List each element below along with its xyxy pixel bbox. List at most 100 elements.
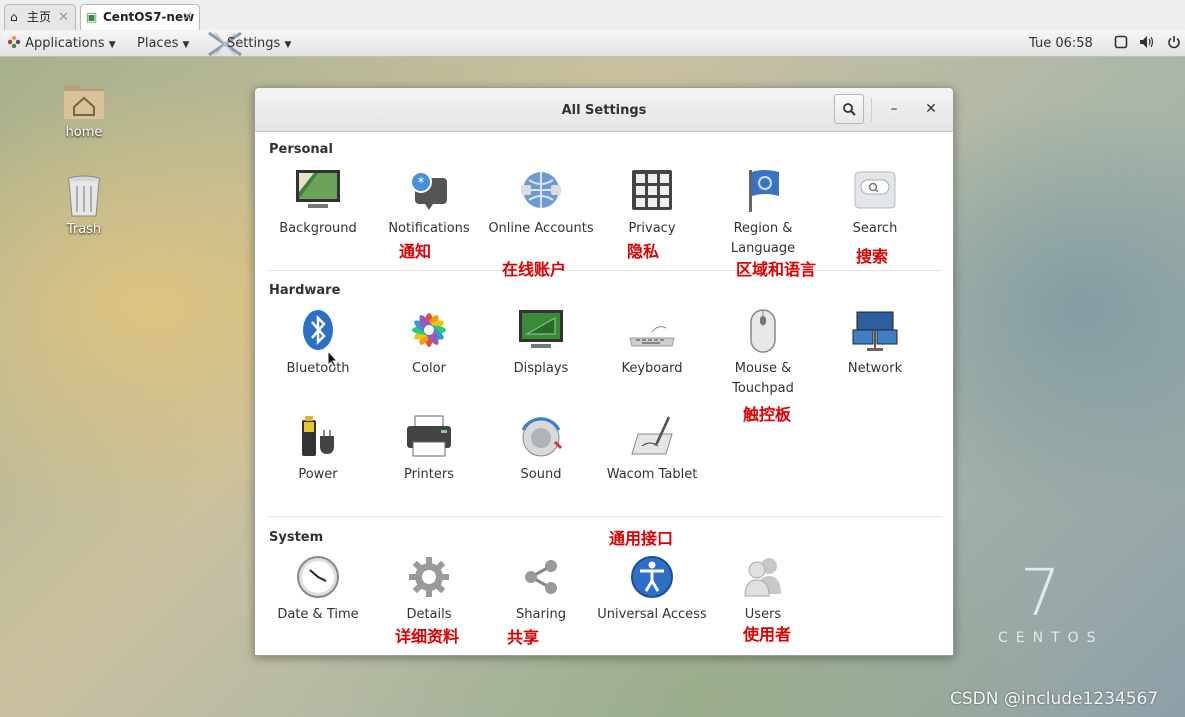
settings-window: All Settings – ✕ Personal Background * N… [254, 87, 954, 656]
trash-icon [67, 175, 101, 217]
desktop-trash-label: Trash [66, 222, 102, 237]
csdn-watermark: CSDN @include1234567 [950, 689, 1159, 709]
tab-home-label: 主页 [27, 10, 52, 24]
settings-item-date-time[interactable]: Date & Time [263, 554, 373, 625]
close-icon[interactable]: ✕ [58, 5, 69, 30]
settings-item-label: Sharing [516, 607, 566, 622]
settings-item-wacom-tablet[interactable]: Wacom Tablet [597, 414, 707, 485]
desktop-home[interactable]: home [44, 79, 124, 140]
close-icon[interactable]: ✕ [182, 5, 193, 30]
section-personal: Personal [269, 142, 333, 157]
settings-item-label: Bluetooth [286, 361, 350, 376]
annotation-search: 搜索 [856, 247, 889, 266]
settings-item-label: Printers [403, 467, 455, 482]
settings-item-displays[interactable]: Displays [486, 308, 596, 379]
settings-item-privacy[interactable]: Privacy [597, 168, 707, 239]
settings-item-label: Wacom Tablet [606, 467, 698, 482]
settings-item-online-accounts[interactable]: Online Accounts [486, 168, 596, 239]
keyboard-icon [628, 308, 676, 354]
minimize-icon: – [890, 101, 898, 117]
share-icon [517, 554, 565, 600]
settings-item-region-language[interactable]: Region & Language [708, 168, 818, 259]
settings-item-network[interactable]: Network [820, 308, 930, 379]
settings-item-label: Background [279, 221, 357, 236]
close-icon: ✕ [925, 101, 937, 117]
titlebar-divider [871, 98, 872, 122]
section-divider [267, 516, 942, 517]
settings-item-keyboard[interactable]: Keyboard [597, 308, 707, 379]
settings-item-search[interactable]: Search [820, 168, 930, 239]
gnome-top-bar: Applications ▼ Places ▼ Settings ▼ Tue 0… [0, 31, 1185, 57]
applications-menu[interactable]: Applications ▼ [7, 31, 116, 56]
tab-centos7-new-label: CentOS7-new [103, 10, 195, 24]
desktop-trash[interactable]: Trash [44, 174, 124, 237]
mouse-icon [739, 308, 787, 354]
settings-item-label: Displays [513, 361, 569, 376]
centos-version: 7 [1020, 557, 1061, 631]
search-settings-icon [851, 168, 899, 214]
tab-home[interactable]: ⌂ 主页 ✕ [4, 4, 76, 30]
annotation-users: 使用者 [743, 625, 792, 644]
desktop-home-label: home [65, 125, 103, 140]
volume-icon[interactable] [1139, 31, 1155, 56]
annotation-details: 详细资料 [395, 627, 460, 646]
settings-item-power[interactable]: Power [263, 414, 373, 485]
settings-item-label: Mouse & Touchpad [732, 361, 794, 396]
gear-icon [405, 554, 453, 600]
settings-menu[interactable]: Settings ▼ [227, 31, 291, 56]
settings-item-bluetooth[interactable]: Bluetooth [263, 308, 373, 379]
settings-item-universal-access[interactable]: Universal Access [597, 554, 707, 625]
settings-item-label: Notifications [388, 221, 470, 236]
screen-icon[interactable] [1114, 31, 1128, 56]
settings-item-notifications[interactable]: * Notifications [374, 168, 484, 239]
settings-item-details[interactable]: Details [374, 554, 484, 625]
centos-name: CENTOS [998, 630, 1104, 646]
chevron-down-icon: ▼ [284, 40, 292, 50]
power-battery-icon [294, 414, 342, 460]
search-icon [843, 103, 856, 116]
users-icon [739, 554, 787, 600]
settings-item-printers[interactable]: Printers [374, 414, 484, 485]
window-titlebar[interactable]: All Settings – ✕ [255, 88, 953, 132]
settings-item-label: Network [847, 361, 903, 376]
settings-label: Settings [227, 36, 281, 51]
section-hardware: Hardware [269, 283, 341, 298]
region-language-icon [739, 168, 787, 214]
search-button[interactable] [834, 94, 864, 124]
power-icon[interactable] [1167, 31, 1181, 56]
settings-item-label: Power [298, 467, 338, 482]
settings-item-mouse-touchpad[interactable]: Mouse & Touchpad [708, 308, 818, 399]
settings-item-sound[interactable]: Sound [486, 414, 596, 485]
annotation-region-language: 区域和语言 [736, 260, 817, 279]
centos-logo: 7 CENTOS [998, 562, 1104, 646]
settings-item-label: Online Accounts [488, 221, 594, 236]
applications-label: Applications [25, 36, 105, 51]
home-folder-icon [64, 85, 104, 119]
settings-item-label: Keyboard [621, 361, 683, 376]
annotation-universal-access: 通用接口 [609, 529, 674, 548]
chevron-down-icon: ▼ [182, 40, 190, 50]
close-button[interactable]: ✕ [916, 94, 946, 124]
minimize-button[interactable]: – [879, 94, 909, 124]
places-menu[interactable]: Places ▼ [137, 31, 189, 56]
background-icon [294, 168, 342, 214]
annotation-online-accounts: 在线账户 [502, 260, 567, 279]
settings-item-users[interactable]: Users [708, 554, 818, 625]
settings-item-label: Details [406, 607, 452, 622]
settings-item-sharing[interactable]: Sharing [486, 554, 596, 625]
annotation-notifications: 通知 [399, 242, 432, 261]
notifications-icon: * [405, 168, 453, 214]
settings-item-label: Privacy [628, 221, 676, 236]
bluetooth-icon [294, 308, 342, 354]
svg-text:*: * [418, 176, 425, 191]
settings-item-background[interactable]: Background [263, 168, 373, 239]
printer-icon [405, 414, 453, 460]
color-icon [405, 308, 453, 354]
settings-item-label: Date & Time [277, 607, 359, 622]
clock-icon [294, 554, 342, 600]
tab-centos7-new[interactable]: ▣ CentOS7-new ✕ [80, 4, 200, 30]
settings-item-color[interactable]: Color [374, 308, 484, 379]
privacy-icon [628, 168, 676, 214]
clock[interactable]: Tue 06:58 [1029, 31, 1093, 56]
mouse-cursor-icon [327, 350, 339, 368]
